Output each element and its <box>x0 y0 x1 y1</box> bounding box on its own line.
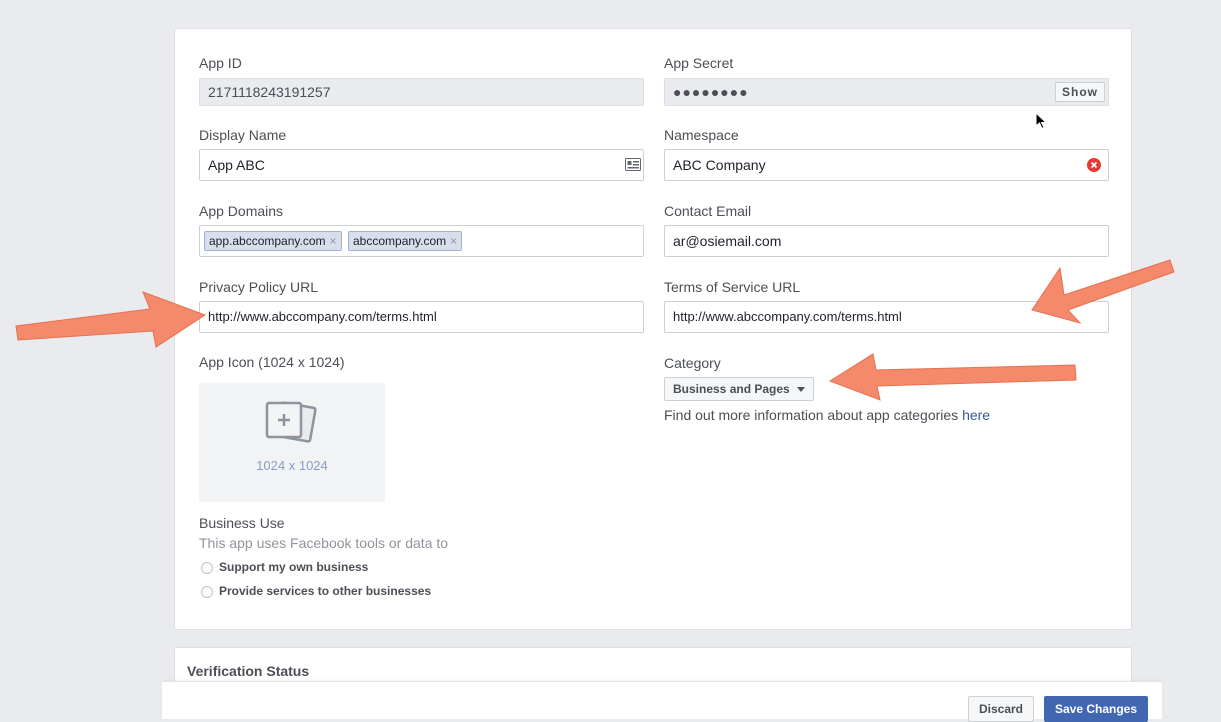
arrow-annotation-category <box>828 353 1077 401</box>
arrow-annotation-terms <box>1031 259 1175 324</box>
arrow-annotation-privacy <box>15 291 207 348</box>
annotation-arrows <box>15 259 1175 401</box>
